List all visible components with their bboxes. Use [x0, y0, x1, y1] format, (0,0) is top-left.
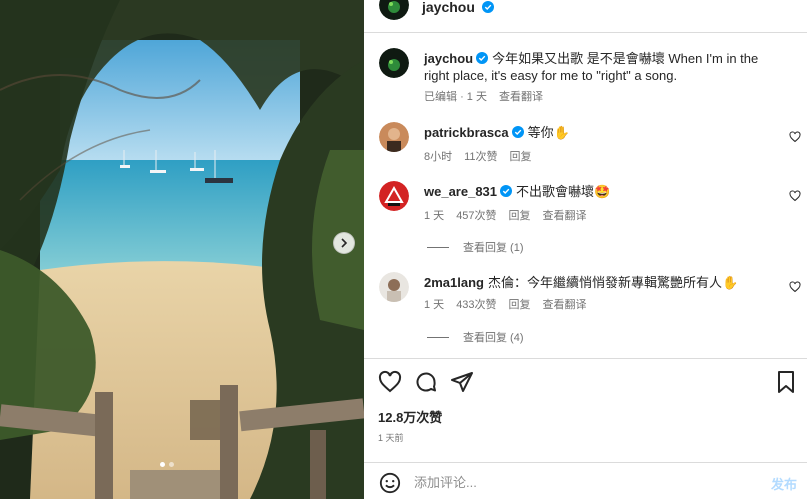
- comment-likes[interactable]: 457次赞: [456, 207, 496, 223]
- commenter-avatar[interactable]: [379, 272, 409, 302]
- composer-divider: [364, 462, 807, 463]
- view-replies-link[interactable]: 查看回复 (4): [427, 329, 524, 345]
- comment-input[interactable]: [414, 471, 754, 493]
- comment-body: 杰倫：今年繼續悄悄發新專輯驚艷所有人✋: [487, 275, 739, 290]
- comment-composer: 发布: [364, 468, 807, 499]
- comment-username[interactable]: 2ma1lang: [424, 275, 484, 290]
- comment-time: 1 天: [424, 210, 445, 222]
- like-comment-heart-icon[interactable]: [789, 281, 801, 293]
- post-detail-panel: jaychou jaychou 今年如果又出歌 是不是會嚇壞 When I'm i…: [364, 0, 807, 499]
- comment-username[interactable]: patrickbrasca: [424, 125, 524, 140]
- likes-count[interactable]: 12.8万次赞: [378, 407, 442, 426]
- emoji-icon[interactable]: [379, 472, 401, 494]
- comment-time: 8小时: [424, 151, 453, 163]
- like-heart-icon[interactable]: [378, 370, 402, 394]
- view-replies-text[interactable]: 查看回复 (4): [463, 329, 524, 345]
- share-send-icon[interactable]: [450, 370, 474, 394]
- comment-text: 2ma1lang 杰倫：今年繼續悄悄發新專輯驚艷所有人✋: [424, 274, 777, 291]
- replies-line: [427, 336, 449, 338]
- comment-meta: 1 天 457次赞 回复 查看翻译: [424, 207, 587, 223]
- comment-meta: 8小时 11次赞 回复: [424, 148, 532, 164]
- see-translation-link[interactable]: 查看翻译: [543, 207, 587, 223]
- comment-body: 等你✋: [527, 125, 570, 140]
- carousel-dot: [169, 462, 174, 467]
- commenter-avatar[interactable]: [379, 181, 409, 211]
- caption-username[interactable]: jaychou: [424, 51, 489, 66]
- comment-meta: 1 天 433次赞 回复 查看翻译: [424, 296, 587, 312]
- author-username[interactable]: jaychou: [422, 0, 494, 14]
- post-actions: [378, 370, 798, 396]
- caption-text: jaychou 今年如果又出歌 是不是會嚇壞 When I'm in the ri…: [424, 50, 777, 84]
- verified-badge-icon: [500, 185, 513, 197]
- beach-photo-image: [0, 0, 364, 499]
- actions-divider: [364, 358, 807, 359]
- chevron-right-icon: [341, 238, 348, 248]
- verified-badge-icon: [481, 1, 494, 13]
- comment-text: patrickbrasca 等你✋: [424, 124, 777, 141]
- carousel-next-button[interactable]: [333, 232, 355, 254]
- comment-likes[interactable]: 433次赞: [456, 296, 496, 312]
- post-timestamp[interactable]: 1 天前: [378, 431, 404, 444]
- post-comment-button[interactable]: 发布: [771, 474, 797, 493]
- post-header: jaychou: [364, 0, 807, 20]
- view-replies-text[interactable]: 查看回复 (1): [463, 239, 524, 255]
- view-replies-link[interactable]: 查看回复 (1): [427, 239, 524, 255]
- comment-text: we_are_831 不出歌會嚇壞🤩: [424, 183, 777, 200]
- comment-username-text[interactable]: we_are_831: [424, 184, 497, 199]
- comment-username[interactable]: we_are_831: [424, 184, 513, 199]
- replies-line: [427, 246, 449, 248]
- verified-badge-icon: [476, 52, 489, 64]
- reply-button[interactable]: 回复: [510, 148, 532, 164]
- comment-body: 不出歌會嚇壞🤩: [516, 184, 611, 199]
- see-translation-link[interactable]: 查看翻译: [543, 296, 587, 312]
- save-bookmark-icon[interactable]: [774, 370, 798, 394]
- comment-username-text[interactable]: 2ma1lang: [424, 275, 484, 290]
- see-translation-link[interactable]: 查看翻译: [499, 88, 543, 104]
- edited-label: 已编辑: [424, 91, 457, 103]
- reply-button[interactable]: 回复: [509, 207, 531, 223]
- comment-icon[interactable]: [414, 370, 438, 394]
- caption-time: · 1 天: [460, 91, 487, 103]
- comment-likes[interactable]: 11次赞: [464, 148, 497, 164]
- header-divider: [364, 32, 807, 33]
- caption-username-text[interactable]: jaychou: [424, 51, 473, 66]
- comment-time: 1 天: [424, 299, 445, 311]
- author-avatar[interactable]: [379, 0, 409, 20]
- carousel-dots: [160, 462, 174, 467]
- comment-username-text[interactable]: patrickbrasca: [424, 125, 509, 140]
- commenter-avatar[interactable]: [379, 122, 409, 152]
- author-avatar[interactable]: [379, 48, 409, 78]
- author-username-text[interactable]: jaychou: [422, 0, 475, 15]
- carousel-dot-active: [160, 462, 165, 467]
- post-photo[interactable]: [0, 0, 364, 499]
- like-comment-heart-icon[interactable]: [789, 131, 801, 143]
- like-comment-heart-icon[interactable]: [789, 190, 801, 202]
- caption-meta: 已编辑 · 1 天 查看翻译: [424, 88, 543, 104]
- verified-badge-icon: [511, 126, 524, 138]
- reply-button[interactable]: 回复: [509, 296, 531, 312]
